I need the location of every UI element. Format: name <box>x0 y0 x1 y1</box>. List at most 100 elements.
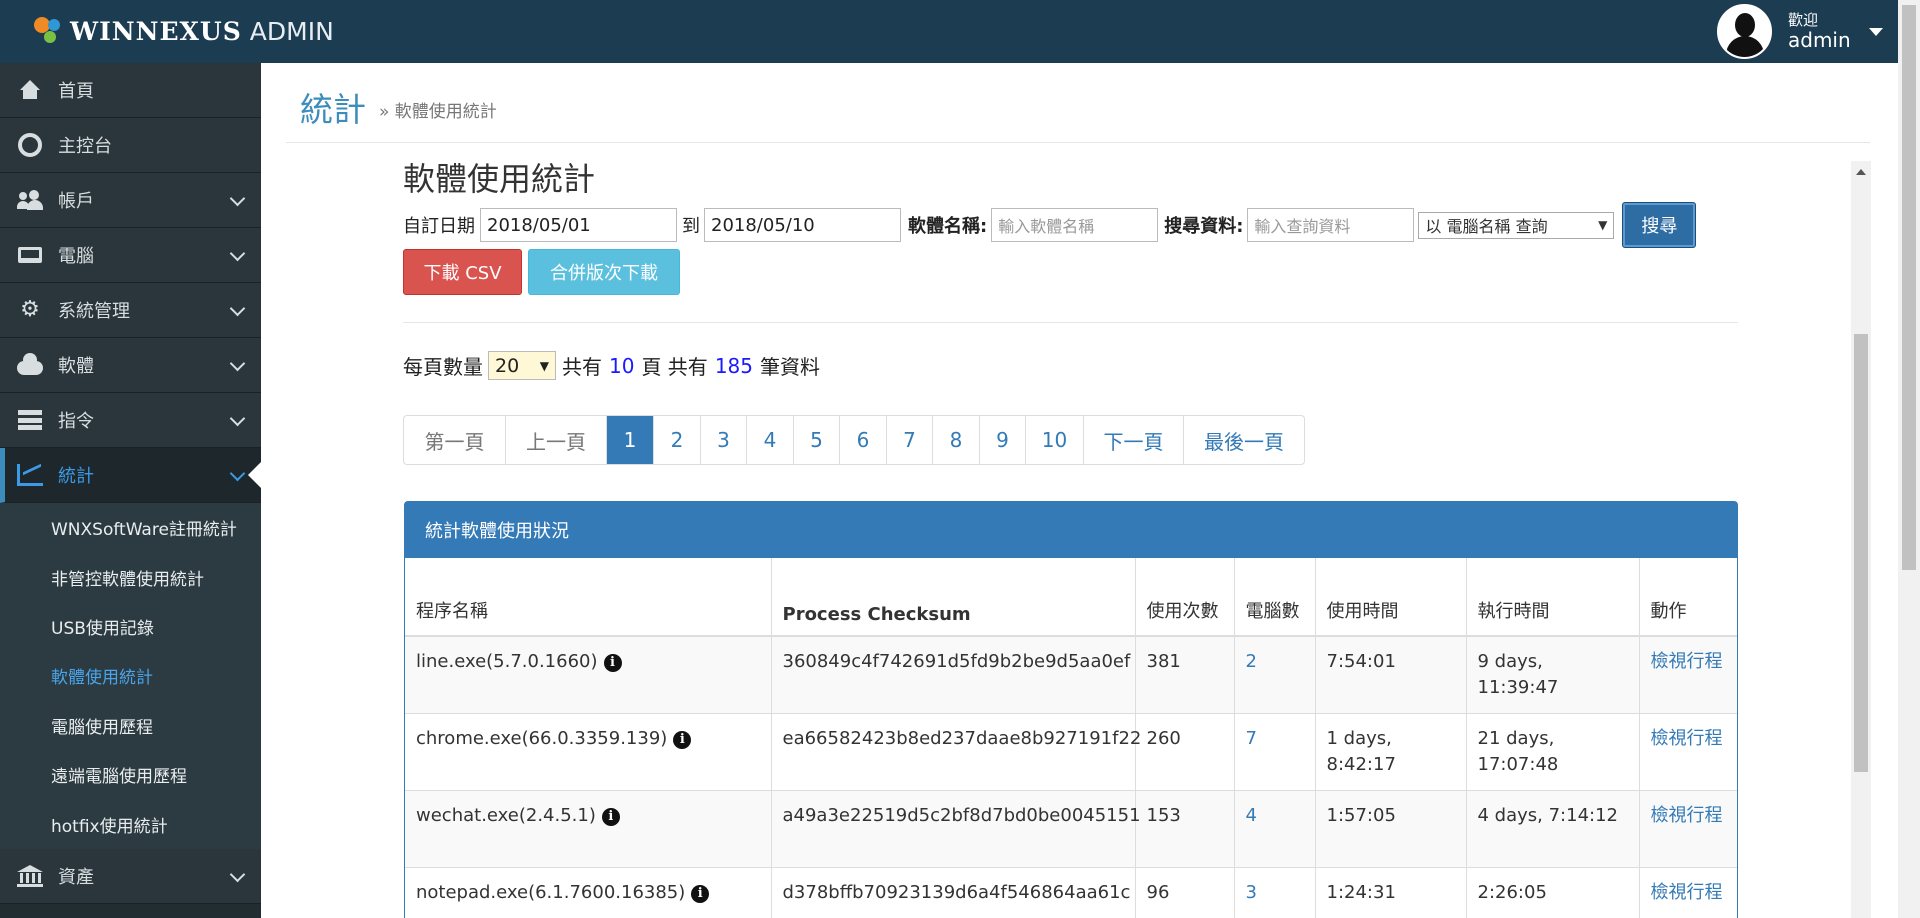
brand-suffix: ADMIN <box>249 16 334 46</box>
page-button-2[interactable]: 2 <box>653 416 700 464</box>
submenu-item-unmanaged-software[interactable]: 非管控軟體使用統計 <box>0 552 261 601</box>
total-label: 共有 <box>562 355 602 379</box>
avatar[interactable] <box>1717 4 1772 59</box>
page-button-9[interactable]: 9 <box>979 416 1025 464</box>
sidebar-item-assets[interactable]: 資產 <box>0 848 261 904</box>
panel-title: 軟體使用統計 <box>403 160 596 198</box>
scrollbar-thumb[interactable] <box>1854 334 1868 772</box>
chevron-down-icon <box>229 866 246 883</box>
computers-link[interactable]: 3 <box>1234 867 1316 918</box>
view-process-link[interactable]: 檢視行程 <box>1639 636 1737 714</box>
window-scrollbar[interactable] <box>1898 0 1920 918</box>
submenu-item-computer-history[interactable]: 電腦使用歷程 <box>0 701 261 750</box>
page-button-1[interactable]: 1 <box>606 416 653 464</box>
submenu-item-usb-records[interactable]: USB使用記錄 <box>0 602 261 651</box>
column-header-computers[interactable]: 電腦數 <box>1234 558 1316 637</box>
search-by-select[interactable]: 以 電腦名稱 查詢 ▼ <box>1418 211 1615 239</box>
search-data-input[interactable]: 輸入查詢資料 <box>1247 208 1415 242</box>
scroll-up-icon[interactable] <box>1856 169 1866 175</box>
dropdown-arrow-icon: ▼ <box>1598 218 1608 232</box>
page-button-8[interactable]: 8 <box>932 416 979 464</box>
page-button-4[interactable]: 4 <box>746 416 793 464</box>
column-header-action: 動作 <box>1639 558 1737 637</box>
chevron-down-icon <box>229 465 246 482</box>
statistics-submenu: WNXSoftWare註冊統計 非管控軟體使用統計 USB使用記錄 軟體使用統計… <box>0 503 261 849</box>
per-page-select[interactable]: 20 ▼ <box>488 351 556 380</box>
computers-link[interactable]: 7 <box>1234 713 1316 791</box>
laptop-icon <box>17 244 43 266</box>
page-button-6[interactable]: 6 <box>839 416 886 464</box>
total-label: 筆資料 <box>760 355 820 379</box>
sidebar-item-software[interactable]: 軟體 <box>0 338 261 393</box>
sidebar-item-label: 指令 <box>58 411 94 432</box>
logo-mark-icon <box>32 15 64 47</box>
page-button-5[interactable]: 5 <box>793 416 839 464</box>
user-menu[interactable]: 歡迎 admin <box>1717 0 1883 63</box>
column-header-run-time[interactable]: 執行時間 <box>1466 558 1640 637</box>
use-time-cell: 1 days, 8:42:17 <box>1315 713 1467 791</box>
scrollbar-thumb[interactable] <box>1902 5 1916 570</box>
view-process-link[interactable]: 檢視行程 <box>1639 867 1737 918</box>
checksum-cell: d378bffb70923139d6a4f546864aa61c <box>771 867 1136 918</box>
sidebar-item-label: 軟體 <box>58 356 94 377</box>
submenu-item-software-usage[interactable]: 軟體使用統計 <box>0 651 261 700</box>
merge-version-download-button[interactable]: 合併版次下載 <box>528 249 680 295</box>
column-header-uses[interactable]: 使用次數 <box>1135 558 1235 637</box>
column-header-checksum[interactable]: Process Checksum <box>771 558 1136 637</box>
sidebar-item-accounts[interactable]: 帳戶 <box>0 173 261 228</box>
column-header-process[interactable]: 程序名稱 <box>405 558 772 637</box>
info-icon[interactable]: i <box>603 654 622 672</box>
page-button-10[interactable]: 10 <box>1025 416 1083 464</box>
total-label: 頁 共有 <box>641 355 708 379</box>
software-name-input[interactable]: 輸入軟體名稱 <box>991 208 1159 242</box>
column-header-use-time[interactable]: 使用時間 <box>1315 558 1467 637</box>
sidebar-item-home[interactable]: 首頁 <box>0 63 261 118</box>
last-page-button[interactable]: 最後一頁 <box>1183 416 1304 464</box>
content-scrollbar[interactable] <box>1851 161 1871 918</box>
date-label: 自訂日期 <box>403 216 475 237</box>
first-page-button[interactable]: 第一頁 <box>404 416 505 464</box>
dropdown-arrow-icon: ▼ <box>539 358 549 373</box>
view-process-link[interactable]: 檢視行程 <box>1639 790 1737 868</box>
prev-page-button[interactable]: 上一頁 <box>505 416 606 464</box>
stats-table: 程序名稱 Process Checksum 使用次數 電腦數 使用時間 執行時間… <box>405 558 1737 918</box>
chevron-down-icon <box>229 245 246 262</box>
info-icon[interactable]: i <box>601 807 620 826</box>
stats-panel: 統計軟體使用狀況 程序名稱 Process Checksum 使用次數 電腦數 … <box>404 501 1738 918</box>
caret-down-icon[interactable] <box>1868 27 1883 36</box>
date-to-input[interactable]: 2018/05/10 <box>704 208 901 242</box>
user-info[interactable]: 歡迎 admin <box>1788 12 1851 51</box>
page-button-3[interactable]: 3 <box>700 416 746 464</box>
sidebar-item-system[interactable]: ⚙ 系統管理 <box>0 283 261 338</box>
breadcrumb[interactable]: » 軟體使用統計 <box>379 97 497 122</box>
view-process-link[interactable]: 檢視行程 <box>1639 713 1737 791</box>
chevron-down-icon <box>229 410 246 427</box>
table-row: chrome.exe(66.0.3359.139) i ea66582423b8e… <box>405 713 1737 791</box>
sidebar-item-statistics[interactable]: 統計 <box>0 448 262 503</box>
sidebar-item-label: 系統管理 <box>58 301 130 322</box>
sidebar-item-dashboard[interactable]: 主控台 <box>0 118 261 173</box>
run-time-cell: 21 days, 17:07:48 <box>1466 713 1640 791</box>
sidebar-item-computers[interactable]: 電腦 <box>0 228 261 283</box>
date-from-input[interactable]: 2018/05/01 <box>480 208 677 242</box>
info-icon[interactable]: i <box>691 884 710 903</box>
download-csv-button[interactable]: 下載 CSV <box>403 249 522 295</box>
process-cell: wechat.exe(2.4.5.1) i <box>405 790 772 868</box>
search-button[interactable]: 搜尋 <box>1622 202 1697 248</box>
dashboard-icon <box>17 133 43 157</box>
computers-link[interactable]: 2 <box>1234 636 1316 714</box>
per-page-value: 20 <box>495 354 520 377</box>
software-name-label: 軟體名稱: <box>908 216 988 237</box>
brand-logo[interactable]: WINNEXUS ADMIN <box>32 12 334 50</box>
use-time-cell: 7:54:01 <box>1315 636 1467 714</box>
paging-info: 每頁數量 20 ▼ 共有 10 頁 共有 185 筆資料 <box>403 351 820 380</box>
submenu-item-wnxsoftware-registration[interactable]: WNXSoftWare註冊統計 <box>0 503 261 552</box>
submenu-item-remote-history[interactable]: 遠端電腦使用歷程 <box>0 750 261 799</box>
next-page-button[interactable]: 下一頁 <box>1083 416 1183 464</box>
page-title: 統計 <box>300 90 366 129</box>
info-icon[interactable]: i <box>673 730 692 749</box>
sidebar-item-commands[interactable]: 指令 <box>0 393 261 448</box>
submenu-item-hotfix[interactable]: hotfix使用統計 <box>0 799 261 848</box>
computers-link[interactable]: 4 <box>1234 790 1316 868</box>
page-button-7[interactable]: 7 <box>886 416 932 464</box>
